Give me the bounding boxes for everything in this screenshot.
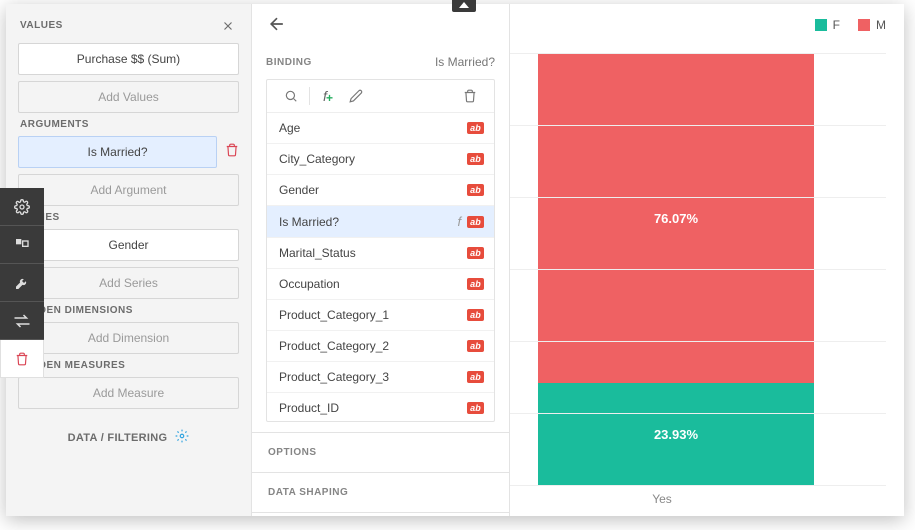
legend-swatch-m (858, 19, 870, 31)
text-type-badge: ab (467, 184, 484, 196)
field-list-box: f+ AgeabCity_CategoryabGenderabIs Marrie… (266, 79, 495, 422)
field-name: Gender (279, 183, 319, 197)
panel-collapse-handle[interactable] (452, 0, 476, 12)
field-name: Marital_Status (279, 246, 356, 260)
options-title: OPTIONS (268, 447, 317, 458)
close-icon[interactable] (217, 15, 239, 37)
field-name: Product_ID (279, 401, 339, 415)
grid-line (510, 269, 886, 270)
grid-line (510, 413, 886, 414)
add-series-label: Add Series (99, 276, 158, 290)
field-item[interactable]: Gender ab (267, 174, 494, 205)
data-shaping-title: DATA SHAPING (268, 487, 348, 498)
add-values-button[interactable]: Add Values (18, 81, 239, 113)
field-name: Product_Category_2 (279, 339, 389, 353)
bar-segment-label: 23.93% (654, 427, 698, 442)
add-series-button[interactable]: Add Series (18, 267, 239, 299)
x-category-label: Yes (652, 492, 672, 506)
sidebar-tool-wrench[interactable] (0, 264, 44, 302)
grid-line (510, 485, 886, 486)
value-item[interactable]: Purchase $$ (Sum) (18, 43, 239, 75)
legend-swatch-f (815, 19, 827, 31)
field-item[interactable]: Product_Category_1 ab (267, 299, 494, 330)
series-item[interactable]: Gender (18, 229, 239, 261)
add-dimension-label: Add Dimension (88, 331, 169, 345)
grid-line (510, 197, 886, 198)
field-item[interactable]: Age ab (267, 113, 494, 143)
add-calculated-field-icon[interactable]: f+ (314, 85, 342, 107)
edit-icon[interactable] (342, 85, 370, 107)
arguments-title: ARGUMENTS (20, 119, 239, 130)
add-values-label: Add Values (98, 90, 159, 104)
field-item[interactable]: Occupation ab (267, 268, 494, 299)
legend-label-f: F (833, 18, 840, 32)
sidebar-tool-convert[interactable] (0, 302, 44, 340)
argument-item[interactable]: Is Married? (18, 136, 217, 168)
delete-argument-icon[interactable] (225, 142, 239, 163)
field-item[interactable]: Marital_Status ab (267, 237, 494, 268)
field-name: Age (279, 121, 300, 135)
field-name: Product_Category_1 (279, 308, 389, 322)
text-type-badge: ab (467, 216, 484, 228)
binding-title: BINDING (266, 57, 312, 68)
field-item[interactable]: Is Married? fab (267, 205, 494, 237)
field-item[interactable]: Product_ID ab (267, 392, 494, 421)
value-item-label: Purchase $$ (Sum) (77, 52, 180, 66)
text-type-badge: ab (467, 371, 484, 383)
text-type-badge: ab (467, 278, 484, 290)
gear-icon (175, 429, 189, 446)
series-item-label: Gender (108, 238, 148, 252)
chart-area: F M 23.93% 76.07% Yes (510, 4, 904, 516)
grid-line (510, 341, 886, 342)
sidebar-tool-settings[interactable] (0, 188, 44, 226)
text-type-badge: ab (467, 309, 484, 321)
data-shaping-section[interactable]: DATA SHAPING (252, 472, 509, 513)
values-title: VALUES (20, 20, 63, 31)
bar-segment-f: 23.93% (538, 383, 814, 486)
series-title: SERIES (20, 212, 239, 223)
text-type-badge: ab (467, 340, 484, 352)
field-item[interactable]: City_Category ab (267, 143, 494, 174)
grid-line (510, 125, 886, 126)
chart-legend: F M (815, 18, 886, 32)
field-name: Product_Category_3 (279, 370, 389, 384)
options-section[interactable]: OPTIONS (252, 432, 509, 472)
binding-current: Is Married? (435, 55, 495, 69)
field-name: City_Category (279, 152, 355, 166)
hidden-dimensions-title: HIDDEN DIMENSIONS (20, 305, 239, 316)
calc-field-icon: f (457, 214, 461, 229)
add-argument-button[interactable]: Add Argument (18, 174, 239, 206)
field-item[interactable]: Product_Category_2 ab (267, 330, 494, 361)
field-item[interactable]: Product_Category_3 ab (267, 361, 494, 392)
add-argument-label: Add Argument (90, 183, 166, 197)
text-type-badge: ab (467, 153, 484, 165)
hidden-measures-title: HIDDEN MEASURES (20, 360, 239, 371)
argument-item-label: Is Married? (87, 145, 147, 159)
back-icon[interactable] (266, 14, 288, 39)
legend-label-m: M (876, 18, 886, 32)
field-name: Is Married? (279, 215, 339, 229)
binding-panel: BINDING Is Married? f+ AgeabCity_Categor… (252, 4, 510, 516)
delete-field-icon[interactable] (456, 85, 484, 107)
sidebar-tool-layout[interactable] (0, 226, 44, 264)
data-filtering-button[interactable]: DATA / FILTERING (18, 415, 239, 460)
data-filtering-label: DATA / FILTERING (68, 432, 168, 444)
grid-line (510, 53, 886, 54)
text-type-badge: ab (467, 122, 484, 134)
text-type-badge: ab (467, 247, 484, 259)
field-name: Occupation (279, 277, 340, 291)
bar-segment-label: 76.07% (654, 211, 698, 226)
search-icon[interactable] (277, 85, 305, 107)
text-type-badge: ab (467, 402, 484, 414)
bar-segment-m: 76.07% (538, 54, 814, 383)
add-measure-button[interactable]: Add Measure (18, 377, 239, 409)
add-dimension-button[interactable]: Add Dimension (18, 322, 239, 354)
add-measure-label: Add Measure (93, 386, 164, 400)
sidebar-tool-delete[interactable] (0, 340, 44, 378)
